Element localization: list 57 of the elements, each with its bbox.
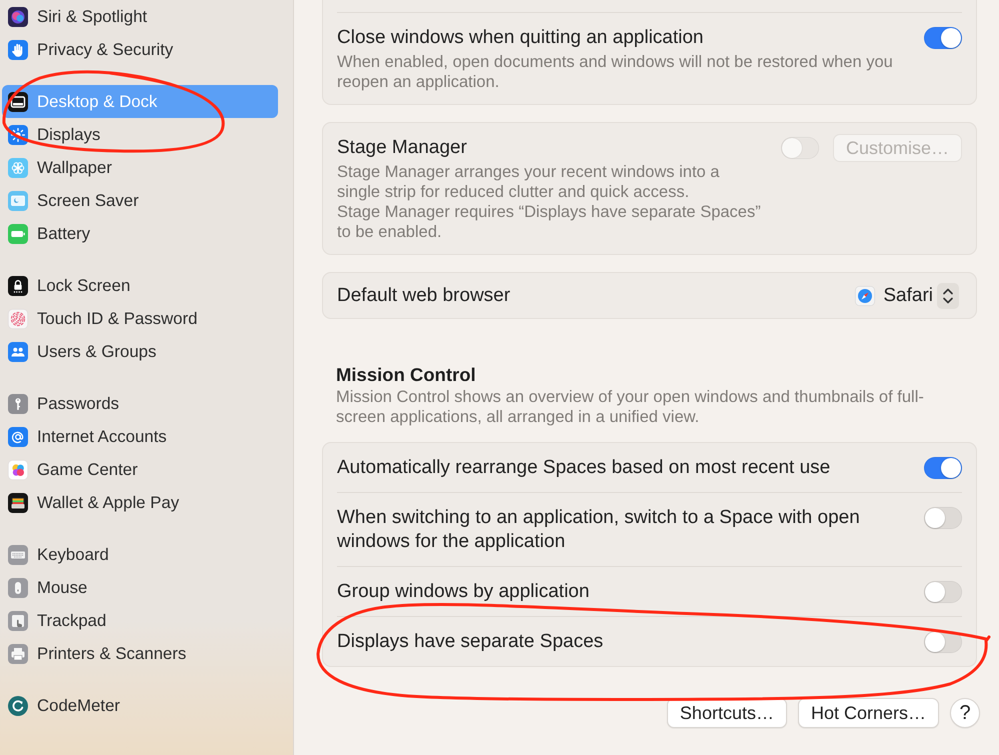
orb-icon [8,6,28,26]
sidebar-item[interactable]: Game Center [2,453,278,486]
setting-description: When enabled, open documents and windows will not be restored when you reopen an application. [337,52,894,92]
setting-label: Displays have separate Spaces [337,630,604,654]
help-button[interactable]: ? [950,698,980,728]
toggle-switch[interactable] [924,581,962,603]
sidebar-item[interactable]: Wallpaper [2,151,278,184]
setting-description: Stage Manager requires “Displays have separate Spaces” to be enabled. [337,202,762,242]
monitor-icon [8,190,28,210]
setting-label: Close windows when quitting an application [337,26,705,50]
stepper-icon [937,283,959,309]
section-heading: Mission Control [335,363,477,387]
sidebar-item[interactable]: Printers & Scanners [2,637,278,670]
sidebar-item[interactable]: Lock Screen [2,269,278,302]
toggle-switch[interactable] [924,631,962,653]
sidebar-item[interactable]: Screen Saver [2,184,278,217]
action-button[interactable]: Shortcuts… [666,698,787,728]
battery-icon [8,224,28,244]
setting-label: When switching to an application, switch to a Space with open windows for the application [337,506,861,554]
setting-label: Automatically rearrange Spaces based on most recent use [337,456,832,480]
sidebar-item[interactable]: Wallet & Apple Pay [2,486,278,519]
sidebar-item[interactable]: Privacy & Security [2,33,278,66]
setting-label: Stage Manager [337,136,468,160]
bubbles-icon [8,460,28,480]
sidebar-item[interactable]: Battery [2,217,278,250]
section-description: Mission Control shows an overview of your open windows and thumbnails of full-screen applications, all arranged in a unified view. [335,387,925,427]
hand-icon [8,40,28,60]
setting-label: Group windows by application [337,580,590,604]
trackpad-icon [8,610,28,630]
key-icon [8,394,28,414]
toggle-switch[interactable] [924,27,962,49]
sidebar-item[interactable]: Siri & Spotlight [2,0,278,33]
people-icon [8,342,28,362]
at-sign-icon [8,426,28,446]
sidebar-item[interactable]: Internet Accounts [2,420,278,453]
printer-icon [8,644,28,664]
action-button[interactable]: Hot Corners… [798,698,939,728]
sidebar-item[interactable]: Passwords [2,387,278,420]
keyboard-icon [8,544,28,564]
padlock-icon [8,276,28,296]
flower-icon [8,158,28,178]
sidebar-item[interactable]: Users & Groups [2,335,278,368]
toggle-switch[interactable] [924,507,962,529]
sidebar-item[interactable]: Mouse [2,571,278,604]
mouse-icon [8,578,28,598]
sidebar-item[interactable]: Displays [2,118,278,151]
browser-popup[interactable]: Safari [855,283,959,309]
sidebar-item[interactable]: Touch ID & Password [2,302,278,335]
compass-icon [855,286,876,306]
toggle-switch[interactable] [924,457,962,479]
sidebar-item[interactable]: Keyboard [2,538,278,571]
fingerprint-icon [8,308,28,328]
sidebar-item[interactable]: CodeMeter [2,689,278,722]
sidebar-item[interactable]: Trackpad [2,604,278,637]
setting-label: Default web browser [337,284,512,308]
setting-description: Stage Manager arranges your recent windows into a single strip for reduced clutter and quick access. [337,162,720,202]
wallet-icon [8,492,28,512]
